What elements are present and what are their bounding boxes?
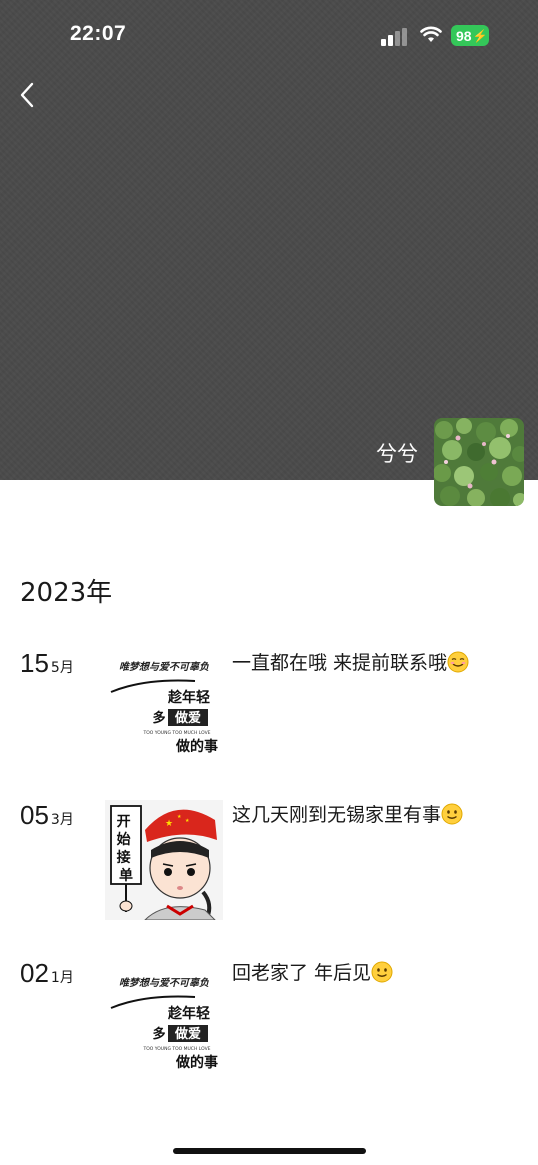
- image-text-small: TOO YOUNG TOO MUCH LOVE: [142, 1046, 210, 1052]
- sign-text-1: 开: [117, 814, 131, 830]
- post-month: 5月: [50, 660, 74, 676]
- post-text-content: 一直都在哦 来提前联系哦: [232, 652, 448, 674]
- charging-bolt-icon: ⚡: [472, 28, 488, 43]
- svg-text:★: ★: [165, 819, 173, 829]
- post-thumbnail[interactable]: 唯梦想与爱不可辜负 趁年轻 多 做爱 TOO YOUNG TOO MUCH LO…: [105, 958, 223, 1078]
- image-text-line2: 多: [152, 1026, 165, 1042]
- post-month: 3月: [50, 812, 74, 828]
- post-thumbnail[interactable]: ★ ★ ★ 开 始 接 单: [105, 800, 223, 920]
- post-date: 02 1月: [20, 958, 74, 998]
- post-day: 02: [20, 958, 49, 988]
- sign-text-4: 单: [119, 867, 133, 884]
- sign-text-2: 始: [117, 831, 131, 848]
- home-indicator[interactable]: [173, 1148, 366, 1154]
- post-thumbnail-image: ★ ★ ★ 开 始 接 单: [105, 800, 223, 920]
- battery-indicator: 98 ⚡: [451, 25, 489, 46]
- post-month: 1月: [50, 970, 74, 986]
- avatar-image: [434, 418, 524, 506]
- post-thumbnail-image: 唯梦想与爱不可辜负 趁年轻 多 做爱 TOO YOUNG TOO MUCH LO…: [105, 958, 223, 1078]
- timeline-post[interactable]: 02 1月 唯梦想与爱不可辜负 趁年轻 多 做爱 TOO YOUNG TOO M…: [0, 958, 538, 1082]
- post-day: 05: [20, 800, 49, 830]
- status-bar: 22:07 98 ⚡: [0, 0, 538, 70]
- image-text-line3: 做的事: [175, 1054, 218, 1071]
- moments-profile-screen: 22:07 98 ⚡ 兮兮 2023年 15 5月 唯梦想与爱不可辜负 趁年轻 …: [0, 0, 538, 1165]
- smile-emoji-icon: [371, 961, 393, 983]
- post-date: 05 3月: [20, 800, 74, 840]
- image-text-line2: 多: [152, 710, 165, 726]
- avatar[interactable]: [434, 418, 524, 506]
- cover-photo[interactable]: [0, 0, 538, 480]
- sign-text-3: 接: [117, 849, 131, 866]
- image-text-small: TOO YOUNG TOO MUCH LOVE: [142, 730, 210, 736]
- timeline-post[interactable]: 15 5月 唯梦想与爱不可辜负 趁年轻 多 做爱 TOO YOUNG TOO M…: [0, 648, 538, 772]
- svg-text:★: ★: [177, 814, 182, 820]
- year-heading: 2023年: [20, 578, 113, 608]
- post-text: 这几天刚到无锡家里有事: [232, 802, 522, 828]
- post-thumbnail[interactable]: 唯梦想与爱不可辜负 趁年轻 多 做爱 TOO YOUNG TOO MUCH LO…: [105, 648, 223, 768]
- cellular-signal-icon: [381, 28, 407, 46]
- wifi-icon: [420, 26, 442, 42]
- image-text-top: 唯梦想与爱不可辜负: [119, 661, 209, 673]
- smile-emoji-icon: [441, 803, 463, 825]
- svg-text:★: ★: [185, 818, 190, 824]
- post-text-content: 这几天刚到无锡家里有事: [232, 804, 442, 826]
- image-text-line3: 做的事: [175, 738, 218, 755]
- image-text-line1: 趁年轻: [167, 1005, 210, 1022]
- post-day: 15: [20, 648, 49, 678]
- battery-level: 98: [456, 27, 472, 44]
- back-chevron-icon[interactable]: [18, 82, 38, 108]
- post-thumbnail-image: 唯梦想与爱不可辜负 趁年轻 多 做爱 TOO YOUNG TOO MUCH LO…: [105, 648, 223, 768]
- timeline-post[interactable]: 05 3月 ★ ★ ★ 开 始 接 单 这几天刚到无锡家里有事: [0, 800, 538, 924]
- image-text-highlight: 做爱: [174, 710, 201, 726]
- image-text-line1: 趁年轻: [167, 689, 210, 706]
- post-text: 回老家了 年后见: [232, 960, 522, 986]
- status-time: 22:07: [70, 22, 127, 45]
- smirk-emoji-icon: [447, 651, 469, 673]
- post-text-content: 回老家了 年后见: [232, 962, 372, 984]
- image-text-top: 唯梦想与爱不可辜负: [119, 977, 209, 989]
- image-text-highlight: 做爱: [174, 1026, 201, 1042]
- post-date: 15 5月: [20, 648, 74, 688]
- profile-name[interactable]: 兮兮: [376, 438, 418, 468]
- post-text: 一直都在哦 来提前联系哦: [232, 650, 522, 676]
